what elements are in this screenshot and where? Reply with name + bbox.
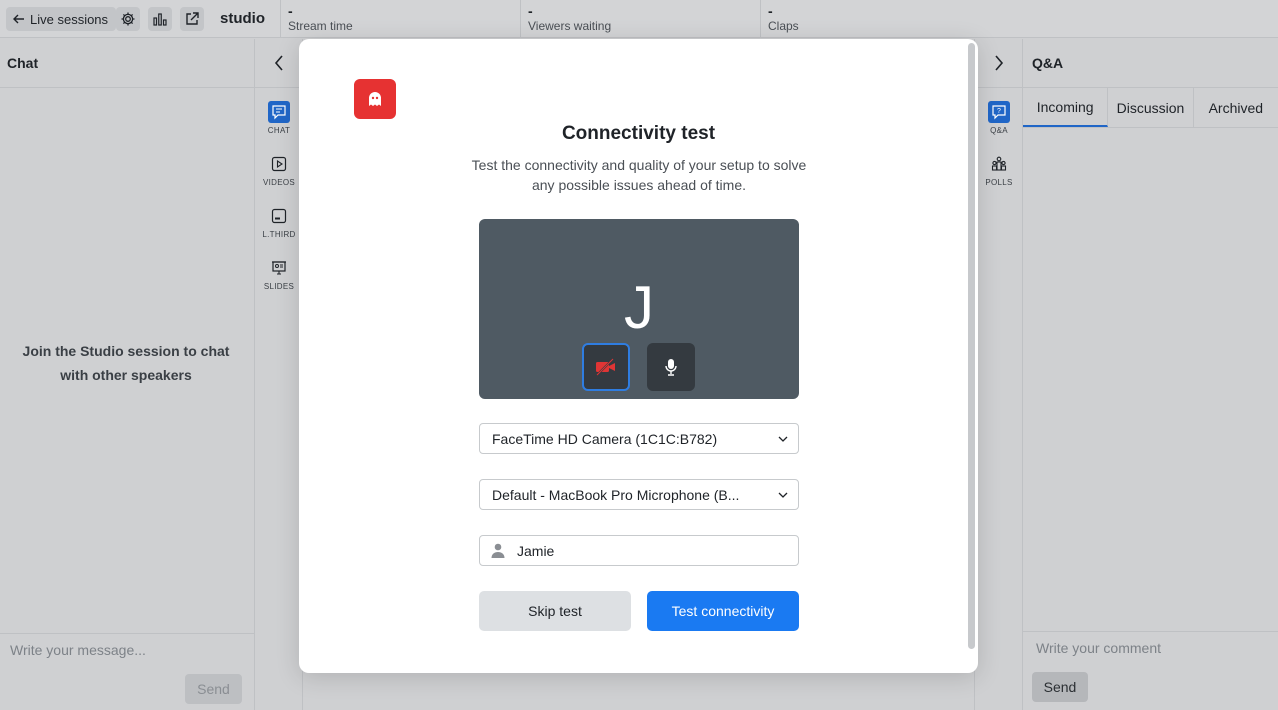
right-tool-rail: ? Q&A POLLS bbox=[975, 39, 1023, 710]
modal-title: Connectivity test bbox=[561, 123, 716, 144]
top-bar: Live sessions studio - Stream time - Vie… bbox=[0, 0, 1278, 38]
stat-value: - bbox=[288, 3, 293, 19]
display-name-field[interactable]: Jamie bbox=[479, 535, 799, 566]
camera-off-icon bbox=[596, 358, 615, 376]
chat-icon bbox=[268, 101, 290, 123]
open-external-button[interactable] bbox=[180, 7, 204, 31]
chat-composer: Write your message... Send bbox=[0, 633, 254, 710]
collapse-left-button[interactable] bbox=[255, 39, 302, 88]
stat-viewers-waiting: - Viewers waiting bbox=[520, 0, 760, 38]
qa-comment-input[interactable]: Write your comment bbox=[1036, 640, 1161, 656]
video-icon bbox=[268, 153, 290, 175]
rail-label: SLIDES bbox=[263, 282, 295, 291]
qa-title: Q&A bbox=[1023, 39, 1278, 88]
rail-item-slides[interactable]: SLIDES bbox=[255, 257, 303, 291]
studio-title: studio bbox=[220, 10, 265, 27]
microphone-select-value: Default - MacBook Pro Microphone (B... bbox=[492, 486, 740, 503]
stat-claps: - Claps bbox=[760, 0, 1000, 38]
connectivity-test-modal: Connectivity test Test the connectivity … bbox=[299, 39, 978, 673]
stat-value: - bbox=[528, 3, 533, 19]
tab-incoming[interactable]: Incoming bbox=[1023, 88, 1109, 127]
chevron-left-icon bbox=[274, 55, 283, 71]
chat-empty-message: Join the Studio session to chat with oth… bbox=[22, 343, 230, 383]
collapse-right-button[interactable] bbox=[975, 39, 1022, 88]
camera-select-value: FaceTime HD Camera (1C1C:B782) bbox=[492, 430, 718, 447]
chat-title: Chat bbox=[0, 39, 254, 88]
settings-button[interactable] bbox=[116, 7, 140, 31]
chat-message-input[interactable]: Write your message... bbox=[10, 642, 146, 658]
test-connectivity-button[interactable]: Test connectivity bbox=[647, 591, 799, 631]
back-label: Live sessions bbox=[30, 11, 109, 27]
chat-panel: Chat Join the Studio session to chat wit… bbox=[0, 39, 255, 710]
chevron-right-icon bbox=[994, 55, 1003, 71]
rail-item-videos[interactable]: VIDEOS bbox=[255, 153, 303, 187]
stat-stream-time: - Stream time bbox=[280, 0, 520, 38]
analytics-button[interactable] bbox=[148, 7, 172, 31]
avatar: J bbox=[624, 274, 654, 341]
qa-composer: Write your comment Send bbox=[1023, 631, 1278, 710]
rail-label: POLLS bbox=[985, 178, 1013, 187]
chevron-down-icon bbox=[778, 492, 788, 498]
app-logo bbox=[354, 79, 396, 119]
ghost-logo-icon bbox=[369, 92, 381, 106]
rail-item-qa[interactable]: ? Q&A bbox=[975, 101, 1023, 135]
svg-text:?: ? bbox=[997, 108, 1001, 115]
gear-icon bbox=[121, 12, 135, 26]
polls-icon bbox=[988, 153, 1010, 175]
rail-label: VIDEOS bbox=[262, 178, 296, 187]
rail-item-polls[interactable]: POLLS bbox=[975, 153, 1023, 187]
rail-item-lower-third[interactable]: L.THIRD bbox=[255, 205, 303, 239]
arrow-left-icon bbox=[13, 14, 24, 24]
qa-panel: Q&A Incoming Discussion Archived Write y… bbox=[1023, 39, 1278, 710]
stat-value: - bbox=[768, 3, 773, 19]
lower-third-icon bbox=[268, 205, 290, 227]
rail-label: CHAT bbox=[267, 126, 291, 135]
back-to-live-sessions-button[interactable]: Live sessions bbox=[6, 7, 117, 31]
qa-tab-bar: Incoming Discussion Archived bbox=[1023, 88, 1278, 128]
rail-label: Q&A bbox=[990, 126, 1008, 135]
microphone-icon bbox=[665, 359, 677, 376]
stat-label: Claps bbox=[768, 19, 799, 33]
qa-icon: ? bbox=[988, 101, 1010, 123]
person-icon bbox=[491, 543, 505, 558]
skip-test-button[interactable]: Skip test bbox=[479, 591, 631, 631]
display-name-value: Jamie bbox=[517, 543, 555, 559]
stat-label: Viewers waiting bbox=[528, 19, 612, 33]
chat-send-button[interactable]: Send bbox=[185, 674, 242, 704]
modal-description: Test the connectivity and quality of you… bbox=[471, 157, 807, 193]
toggle-microphone-button[interactable] bbox=[647, 343, 695, 391]
external-link-icon bbox=[186, 12, 199, 25]
camera-select[interactable]: FaceTime HD Camera (1C1C:B782) bbox=[479, 423, 799, 454]
tab-archived[interactable]: Archived bbox=[1194, 88, 1278, 127]
slides-icon bbox=[268, 257, 290, 279]
bar-chart-icon bbox=[153, 13, 167, 26]
chevron-down-icon bbox=[778, 436, 788, 442]
rail-item-chat[interactable]: CHAT bbox=[255, 101, 303, 135]
microphone-select[interactable]: Default - MacBook Pro Microphone (B... bbox=[479, 479, 799, 510]
stat-label: Stream time bbox=[288, 19, 353, 33]
toggle-camera-button[interactable] bbox=[582, 343, 630, 391]
camera-preview: J bbox=[479, 219, 799, 399]
tab-discussion[interactable]: Discussion bbox=[1108, 88, 1194, 127]
rail-label: L.THIRD bbox=[262, 230, 296, 239]
left-tool-rail: CHAT VIDEOS L.THIRD SLIDES bbox=[255, 39, 303, 710]
qa-send-button[interactable]: Send bbox=[1032, 672, 1088, 702]
